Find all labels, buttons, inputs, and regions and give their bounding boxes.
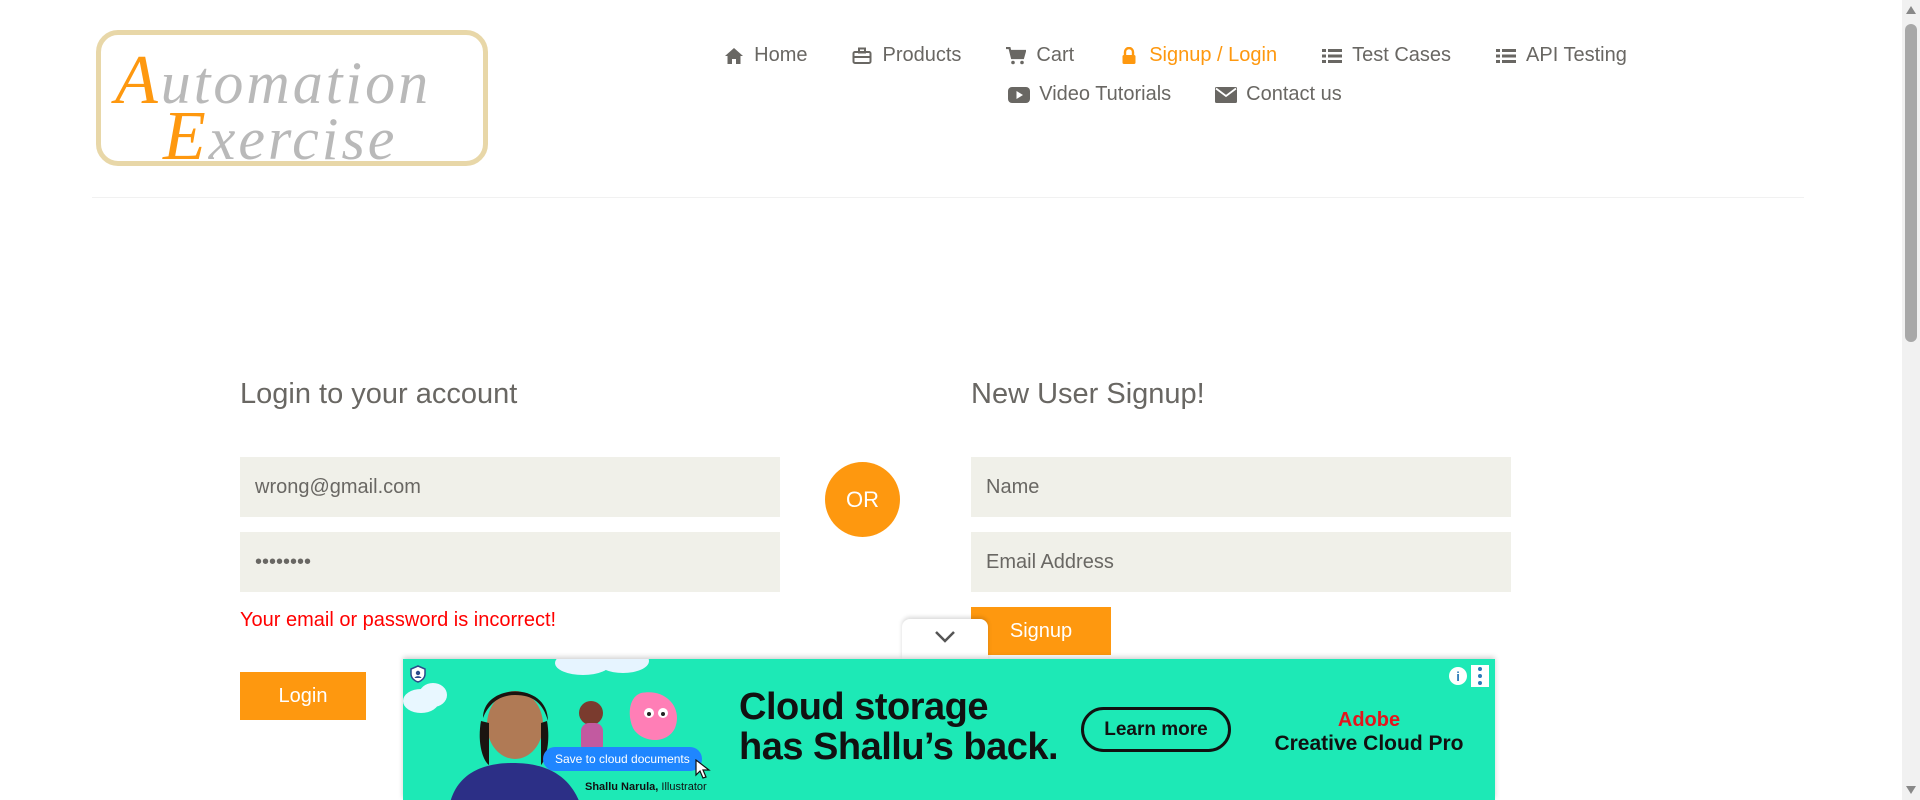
- ad-headline-line2: has Shallu’s back.: [739, 726, 1059, 768]
- nav-products[interactable]: Products: [829, 44, 983, 67]
- main-nav: Home Products Cart Signup / Login Test C…: [680, 44, 1670, 106]
- nav-home-label: Home: [754, 44, 808, 66]
- ad-info-icon[interactable]: i: [1449, 667, 1467, 685]
- lock-icon: [1118, 46, 1140, 66]
- nav-signup-login[interactable]: Signup / Login: [1096, 44, 1299, 67]
- signup-button[interactable]: Signup: [971, 607, 1111, 655]
- scrollbar-thumb[interactable]: [1905, 24, 1917, 342]
- nav-home[interactable]: Home: [701, 44, 829, 67]
- login-email-input[interactable]: [240, 457, 780, 517]
- ad-collapse-toggle[interactable]: [902, 619, 988, 659]
- login-button[interactable]: Login: [240, 672, 366, 720]
- ad-brand-adobe: Adobe: [1337, 709, 1401, 731]
- nav-test-cases[interactable]: Test Cases: [1299, 44, 1473, 67]
- nav-row-1: Home Products Cart Signup / Login Test C…: [680, 44, 1670, 67]
- site-logo[interactable]: Automation Exercise: [96, 30, 488, 175]
- list-icon: [1495, 46, 1517, 66]
- login-title: Login to your account: [240, 378, 518, 410]
- logo-letter-e: E: [163, 98, 209, 175]
- cart-icon: [1005, 46, 1027, 66]
- youtube-play-icon: [1008, 85, 1031, 105]
- nav-products-label: Products: [882, 44, 962, 66]
- nav-signup-login-label: Signup / Login: [1149, 44, 1278, 66]
- scroll-down-arrow-icon[interactable]: [1906, 786, 1916, 794]
- nav-contact-us-label: Contact us: [1246, 83, 1342, 105]
- nav-contact-us[interactable]: Contact us: [1193, 83, 1364, 106]
- or-divider-badge: OR: [825, 462, 900, 537]
- ad-brand-product: Creative Cloud Pro: [1274, 732, 1464, 755]
- login-password-input[interactable]: [240, 532, 780, 592]
- login-error-message: Your email or password is incorrect!: [240, 609, 557, 631]
- logo-letter-a: A: [115, 42, 161, 119]
- nav-video-tutorials-label: Video Tutorials: [1039, 83, 1172, 105]
- envelope-icon: [1215, 85, 1238, 105]
- nav-test-cases-label: Test Cases: [1352, 44, 1452, 66]
- page-scrollbar[interactable]: [1902, 0, 1920, 800]
- list-icon: [1321, 46, 1343, 66]
- nav-row-2: Video Tutorials Contact us: [680, 83, 1670, 106]
- nav-cart[interactable]: Cart: [983, 44, 1096, 67]
- ad-banner[interactable]: Save to cloud documents Shallu Narula, I…: [403, 659, 1495, 800]
- products-icon: [851, 46, 873, 66]
- ad-more-options-icon[interactable]: [1471, 665, 1489, 687]
- nav-video-tutorials[interactable]: Video Tutorials: [986, 83, 1193, 106]
- signup-name-input[interactable]: [971, 457, 1511, 517]
- nav-api-testing[interactable]: API Testing: [1473, 44, 1649, 67]
- ad-credit-role: Illustrator: [658, 781, 707, 793]
- home-icon: [723, 46, 745, 66]
- nav-api-testing-label: API Testing: [1526, 44, 1627, 66]
- ad-learn-more-button[interactable]: Learn more: [1081, 707, 1231, 752]
- ad-brand: Adobe Creative Cloud Pro: [1269, 709, 1469, 756]
- ad-chip: Save to cloud documents: [543, 747, 702, 771]
- signup-title: New User Signup!: [971, 378, 1205, 410]
- signup-email-input[interactable]: [971, 532, 1511, 592]
- ad-credit-name: Shallu Narula,: [585, 781, 659, 793]
- ad-headline-line1: Cloud storage: [739, 686, 988, 728]
- header-divider: [92, 197, 1804, 198]
- logo-text-line2: xercise: [208, 106, 398, 172]
- scroll-up-arrow-icon[interactable]: [1906, 6, 1916, 14]
- chevron-down-icon: [934, 630, 956, 649]
- nav-cart-label: Cart: [1036, 44, 1075, 66]
